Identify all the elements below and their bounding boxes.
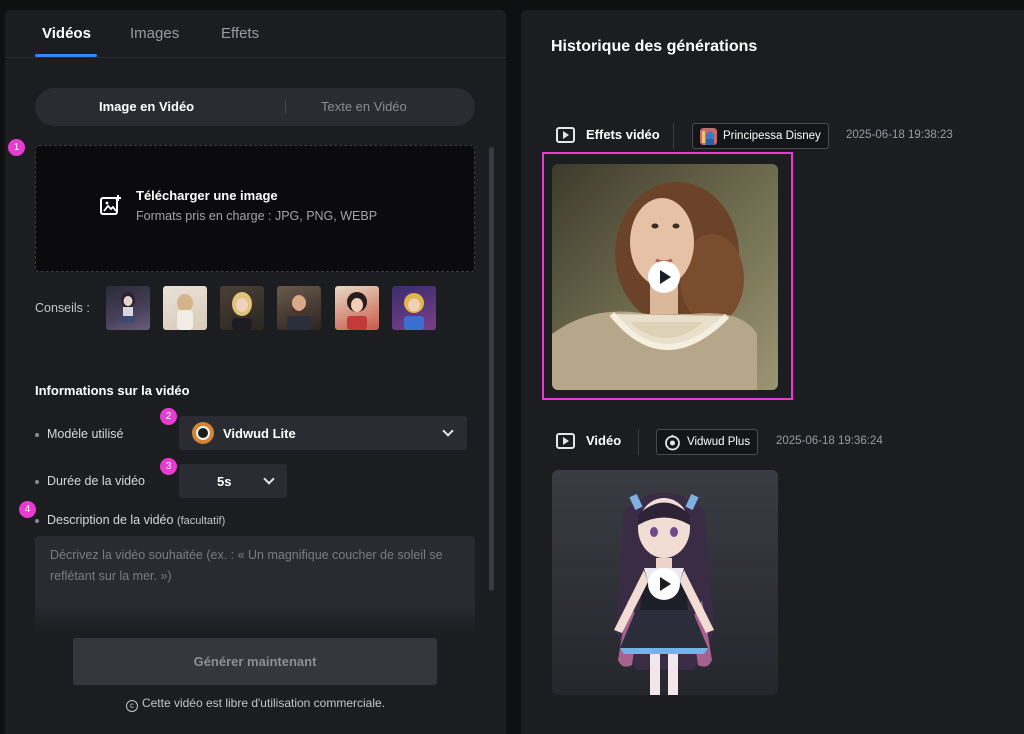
license-text: Cette vidéo est libre d'utilisation comm… <box>141 696 386 710</box>
entry-timestamp: 2025-06-18 19:36:24 <box>776 435 883 447</box>
image-upload-icon <box>100 195 121 215</box>
step-badge-2: 2 <box>160 408 177 425</box>
tip-thumbnail-5[interactable] <box>335 286 379 330</box>
video-info-title: Informations sur la vidéo <box>35 383 190 398</box>
video-icon <box>556 433 575 449</box>
bullet <box>35 518 39 523</box>
history-title: Historique des générations <box>551 38 758 55</box>
play-icon[interactable] <box>648 568 680 600</box>
duration-label: Durée de la vidéo <box>47 474 145 488</box>
duration-dropdown[interactable]: 5s <box>179 464 287 498</box>
effect-chip[interactable]: Principessa Disney <box>692 123 829 149</box>
step-badge-4: 4 <box>19 501 36 518</box>
tab-videos[interactable]: Vidéos <box>42 25 91 42</box>
tip-thumbnail-3[interactable] <box>220 286 264 330</box>
mode-divider <box>285 100 286 114</box>
model-value: Vidwud Lite <box>223 426 296 441</box>
bullet <box>35 479 39 484</box>
history-video-card-2[interactable] <box>552 470 778 695</box>
effect-chip-label: Principessa Disney <box>723 130 821 142</box>
left-scrollbar[interactable] <box>489 147 494 591</box>
model-chip[interactable]: Vidwud Plus <box>656 429 759 455</box>
description-optional: (facultatif) <box>176 515 226 527</box>
step-badge-1: 1 <box>8 139 25 156</box>
tip-thumbnail-4-art <box>287 295 311 330</box>
tip-thumbnail-2-art <box>177 294 193 330</box>
tip-thumbnail-3-art <box>232 292 252 330</box>
tip-thumbnail-1[interactable] <box>106 286 150 330</box>
upload-title: Télécharger une image <box>136 188 278 203</box>
play-icon[interactable] <box>648 261 680 293</box>
mode-image-to-video[interactable]: Image en Vidéo <box>99 99 194 114</box>
generator-panel: Vidéos Images Effets Image en Vidéo Text… <box>5 10 506 734</box>
video-effect-icon <box>556 127 575 143</box>
vidwud-plus-icon <box>665 435 680 451</box>
tip-thumbnail-2[interactable] <box>163 286 207 330</box>
entry-type-label: Vidéo <box>586 433 622 448</box>
history-panel: Historique des générations Effets vidéo … <box>521 10 1024 734</box>
mode-text-to-video[interactable]: Texte en Vidéo <box>321 99 407 114</box>
divider <box>638 429 639 455</box>
license-note: c Cette vidéo est libre d'utilisation com… <box>5 696 506 712</box>
description-label: Description de la vidéo <box>47 513 174 527</box>
history-entry-header: Effets vidéo Principessa Disney 2025-06-… <box>556 123 996 149</box>
model-label: Modèle utilisé <box>47 427 124 441</box>
description-box <box>35 536 475 633</box>
chevron-down-icon <box>442 425 454 437</box>
chevron-down-icon <box>263 473 275 485</box>
active-tab-indicator <box>35 54 97 57</box>
tip-thumbnail-6-art <box>404 293 424 330</box>
generate-button[interactable]: Générer maintenant <box>73 638 437 685</box>
history-entry-header: Vidéo Vidwud Plus 2025-06-18 19:36:24 <box>556 429 996 455</box>
top-tabs: Vidéos Images Effets <box>5 10 506 58</box>
step-badge-3: 3 <box>160 458 177 475</box>
model-label-row: Modèle utilisé <box>35 427 123 441</box>
image-upload-zone[interactable]: Télécharger une image Formats pris en ch… <box>35 145 475 272</box>
tip-thumbnail-1-art <box>121 292 135 322</box>
tips-label: Conseils : <box>35 301 90 315</box>
description-label-row: Description de la vidéo (facultatif) <box>35 513 225 527</box>
divider <box>673 123 674 149</box>
app-root: Vidéos Images Effets Image en Vidéo Text… <box>0 0 1024 734</box>
copyright-icon: c <box>125 700 138 712</box>
entry-timestamp: 2025-06-18 19:38:23 <box>846 129 953 141</box>
model-chip-label: Vidwud Plus <box>687 436 751 448</box>
tip-thumbnail-4[interactable] <box>277 286 321 330</box>
tab-effects[interactable]: Effets <box>221 25 259 42</box>
vidwud-lite-icon <box>192 422 214 444</box>
history-video-card-1[interactable] <box>552 164 778 390</box>
tab-images[interactable]: Images <box>130 25 179 42</box>
entry-type-label: Effets vidéo <box>586 127 660 142</box>
tip-thumbnail-6[interactable] <box>392 286 436 330</box>
description-textarea[interactable] <box>35 536 475 633</box>
duration-label-row: Durée de la vidéo <box>35 474 145 488</box>
princess-thumbnail-icon <box>700 128 717 145</box>
upload-formats: Formats pris en charge : JPG, PNG, WEBP <box>136 209 378 223</box>
duration-value: 5s <box>217 474 232 489</box>
bullet <box>35 432 39 437</box>
mode-toggle: Image en Vidéo Texte en Vidéo <box>35 88 475 126</box>
model-dropdown[interactable]: Vidwud Lite <box>179 416 467 450</box>
tip-thumbnail-5-art <box>347 292 367 330</box>
